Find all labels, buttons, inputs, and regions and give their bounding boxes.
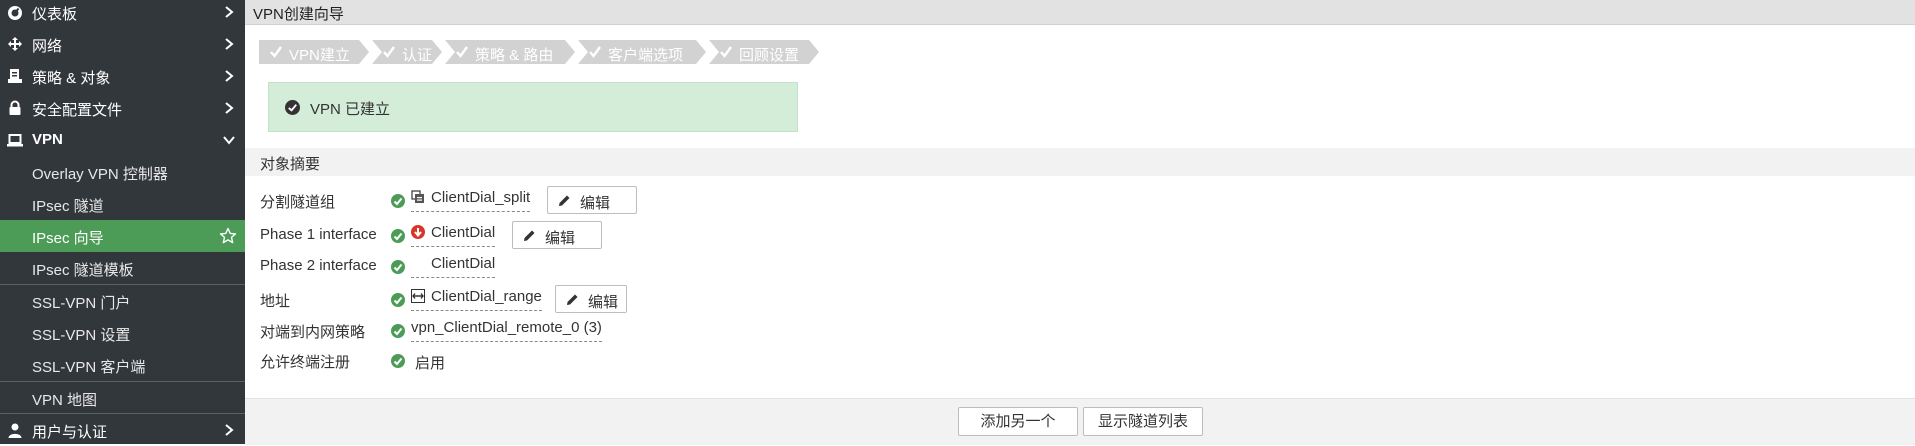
pencil-icon (567, 294, 578, 305)
sidebar-item-label: 网络 (32, 38, 63, 55)
sidebar-item-label: VPN (32, 131, 63, 148)
show-tunnel-list-button[interactable]: 显示隧道列表 (1083, 407, 1203, 436)
edit-button[interactable]: 编辑 (547, 186, 637, 214)
sidebar-subitem-ipsec-templates[interactable]: IPsec 隧道模板 (0, 252, 245, 284)
laptop-icon (7, 134, 23, 147)
sidebar-subitem-label: SSL-VPN 客户端 (32, 359, 146, 376)
status-ok-icon (391, 194, 405, 208)
status-ok-icon (391, 293, 405, 307)
sidebar-subitem-ssl-vpn-portals[interactable]: SSL-VPN 门户 (0, 285, 245, 317)
summary-row-remote-to-local-policy: 对端到内网策略 vpn_ClientDial_remote_0 (3) (245, 316, 1245, 346)
summary-key: 分割隧道组 (260, 194, 336, 211)
network-icon (8, 37, 22, 51)
summary-key: 地址 (260, 293, 291, 310)
summary-row-allow-endpoint-registration: 允许终端注册 启用 (245, 346, 1245, 376)
chevron-right-icon (225, 38, 234, 50)
main-content: VPN创建向导 VPN建立 认证 策略 & 路由 客户端选项 回顾设置 VPN … (245, 0, 1915, 445)
sidebar-subitem-label: VPN 地图 (32, 392, 98, 409)
summary-header: 对象摘要 (245, 148, 1915, 176)
chevron-right-icon (225, 6, 234, 18)
sidebar-subitem-vpn-map[interactable]: VPN 地图 (0, 382, 245, 414)
sidebar-subitem-overlay-vpn[interactable]: Overlay VPN 控制器 (0, 156, 245, 188)
step-check-icon (589, 46, 601, 58)
sidebar-item-label: 安全配置文件 (32, 102, 123, 119)
success-text: VPN 已建立 (310, 101, 391, 118)
step-label: 策略 & 路由 (475, 47, 554, 64)
summary-row-phase1-interface: Phase 1 interface ClientDial 编辑 (245, 221, 1245, 251)
sidebar-subitem-ipsec-tunnels[interactable]: IPsec 隧道 (0, 188, 245, 220)
address-range-icon (411, 289, 425, 303)
success-message: VPN 已建立 (268, 82, 798, 132)
summary-row-phase2-interface: Phase 2 interface ClientDial (245, 252, 1245, 282)
step-label: 客户端选项 (608, 47, 684, 64)
sidebar-item-vpn[interactable]: VPN (0, 124, 245, 156)
sidebar: 仪表板 网络 策略 & 对象 安全配置文件 VPN Overlay VPN 控制… (0, 0, 245, 444)
sidebar-item-dashboard[interactable]: 仪表板 (0, 0, 245, 28)
sidebar-item-policy-objects[interactable]: 策略 & 对象 (0, 60, 245, 92)
status-ok-icon (391, 324, 405, 338)
sidebar-subitem-label: Overlay VPN 控制器 (32, 166, 168, 183)
step-check-icon (456, 46, 468, 58)
step-label: 回顾设置 (739, 47, 800, 64)
step-label: VPN建立 (289, 47, 350, 64)
pencil-icon (524, 230, 535, 241)
chevron-right-icon (225, 424, 234, 436)
add-another-button[interactable]: 添加另一个 (958, 407, 1078, 436)
summary-value: 启用 (415, 355, 446, 372)
sidebar-item-user-auth[interactable]: 用户与认证 (0, 414, 245, 446)
summary-row-address: 地址 ClientDial_range 编辑 (245, 285, 1245, 315)
address-group-icon (411, 190, 424, 203)
summary-value-link[interactable]: ClientDial_range (411, 288, 542, 311)
status-ok-icon (391, 354, 405, 368)
step-check-icon (270, 46, 282, 58)
summary-key: Phase 2 interface (260, 257, 377, 274)
chevron-right-icon (225, 102, 234, 114)
summary-title: 对象摘要 (260, 156, 321, 173)
step-check-icon (383, 46, 395, 58)
step-check-icon (720, 46, 732, 58)
policy-icon (8, 69, 22, 83)
summary-key: 对端到内网策略 (260, 324, 366, 341)
summary-value-link[interactable]: ClientDial (411, 224, 496, 247)
summary-key: 允许终端注册 (260, 354, 351, 371)
chevron-right-icon (225, 70, 234, 82)
summary-value-link[interactable]: vpn_ClientDial_remote_0 (3) (411, 319, 602, 342)
sidebar-item-network[interactable]: 网络 (0, 28, 245, 60)
summary-row-split-tunnel-group: 分割隧道组 ClientDial_split 编辑 (245, 186, 1245, 216)
sidebar-item-label: 用户与认证 (32, 424, 108, 441)
star-icon[interactable] (219, 227, 237, 245)
chevron-down-icon (223, 136, 235, 145)
sidebar-subitem-label: SSL-VPN 门户 (32, 295, 131, 312)
summary-value-link[interactable]: ClientDial_split (411, 189, 531, 212)
pencil-icon (559, 195, 570, 206)
sidebar-subitem-ssl-vpn-settings[interactable]: SSL-VPN 设置 (0, 317, 245, 349)
tunnel-down-icon (411, 225, 425, 239)
wizard-footer: 添加另一个 显示隧道列表 (245, 398, 1915, 445)
page-title: VPN创建向导 (253, 6, 344, 23)
edit-button[interactable]: 编辑 (555, 285, 627, 313)
lock-icon (9, 100, 21, 115)
check-circle-icon (285, 100, 300, 115)
sidebar-subitem-ssl-vpn-clients[interactable]: SSL-VPN 客户端 (0, 349, 245, 381)
summary-value-link[interactable]: ClientDial (411, 255, 496, 278)
edit-button[interactable]: 编辑 (512, 221, 602, 249)
user-icon (8, 423, 22, 438)
dashboard-icon (8, 6, 22, 20)
sidebar-item-label: 仪表板 (32, 6, 78, 23)
sidebar-subitem-label: SSL-VPN 设置 (32, 327, 131, 344)
sidebar-item-security-profiles[interactable]: 安全配置文件 (0, 92, 245, 124)
step-label: 认证 (402, 47, 433, 64)
page-title-bar: VPN创建向导 (245, 0, 1915, 25)
sidebar-subitem-label: IPsec 向导 (32, 230, 104, 247)
sidebar-item-label: 策略 & 对象 (32, 70, 111, 87)
status-ok-icon (391, 260, 405, 274)
sidebar-subitem-label: IPsec 隧道模板 (32, 262, 134, 279)
status-ok-icon (391, 229, 405, 243)
sidebar-subitem-ipsec-wizard[interactable]: IPsec 向导 (0, 220, 245, 252)
sidebar-subitem-label: IPsec 隧道 (32, 198, 104, 215)
summary-key: Phase 1 interface (260, 226, 377, 243)
